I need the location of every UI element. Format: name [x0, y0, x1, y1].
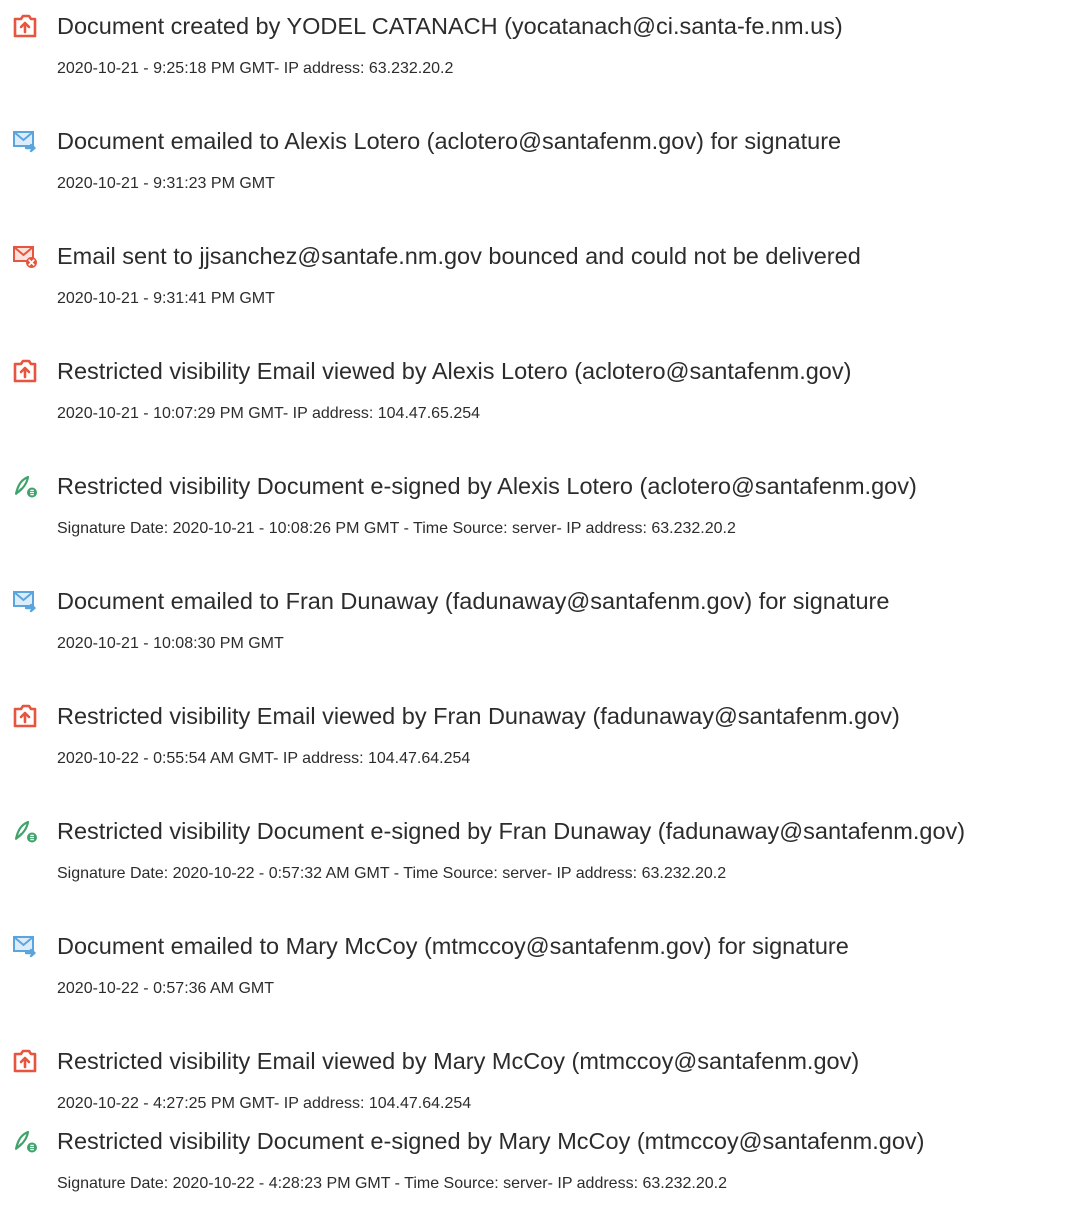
event-title: Restricted visibility Email viewed by Fr… [57, 703, 900, 729]
event-title: Restricted visibility Document e-signed … [57, 1128, 925, 1154]
email-sent-icon [12, 128, 38, 154]
audit-event: Restricted visibility Email viewed by Al… [0, 357, 1086, 447]
event-title: Document emailed to Mary McCoy (mtmccoy@… [57, 933, 849, 959]
email-bounced-icon [12, 243, 38, 269]
document-created-icon [12, 13, 38, 39]
event-title: Document emailed to Fran Dunaway (faduna… [57, 588, 890, 614]
event-detail: 2020-10-22 - 0:57:36 AM GMT [57, 980, 274, 997]
email-viewed-icon [12, 358, 38, 384]
email-viewed-icon [12, 1048, 38, 1074]
event-detail: 2020-10-22 - 4:27:25 PM GMT- IP address:… [57, 1095, 472, 1112]
audit-event: Document emailed to Mary McCoy (mtmccoy@… [0, 932, 1086, 1022]
audit-event: Restricted visibility Document e-signed … [0, 1127, 1086, 1217]
audit-event: Document emailed to Fran Dunaway (faduna… [0, 587, 1086, 677]
event-detail: 2020-10-21 - 9:31:23 PM GMT [57, 175, 275, 192]
event-title: Restricted visibility Email viewed by Ma… [57, 1048, 860, 1074]
audit-event: Document created by YODEL CATANACH (yoca… [0, 12, 1086, 102]
event-detail: 2020-10-21 - 9:25:18 PM GMT- IP address:… [57, 60, 454, 77]
event-title: Restricted visibility Document e-signed … [57, 818, 966, 844]
event-title: Restricted visibility Document e-signed … [57, 473, 917, 499]
e-signed-icon [12, 818, 38, 844]
email-viewed-icon [12, 703, 38, 729]
event-title: Email sent to jjsanchez@santafe.nm.gov b… [57, 243, 861, 269]
audit-event: Restricted visibility Email viewed by Fr… [0, 702, 1086, 792]
event-detail: 2020-10-21 - 10:08:30 PM GMT [57, 635, 284, 652]
event-title: Restricted visibility Email viewed by Al… [57, 358, 852, 384]
event-detail: 2020-10-21 - 9:31:41 PM GMT [57, 290, 275, 307]
e-signed-icon [12, 1128, 38, 1154]
event-detail: Signature Date: 2020-10-22 - 4:28:23 PM … [57, 1175, 727, 1192]
audit-event: Restricted visibility Document e-signed … [0, 817, 1086, 907]
audit-event: Restricted visibility Email viewed by Ma… [0, 1047, 1086, 1137]
event-title: Document created by YODEL CATANACH (yoca… [57, 13, 843, 39]
email-sent-icon [12, 588, 38, 614]
audit-event: Email sent to jjsanchez@santafe.nm.gov b… [0, 242, 1086, 332]
event-detail: Signature Date: 2020-10-22 - 0:57:32 AM … [57, 865, 727, 882]
audit-event: Document emailed to Alexis Lotero (aclot… [0, 127, 1086, 217]
event-detail: 2020-10-21 - 10:07:29 PM GMT- IP address… [57, 405, 481, 422]
e-signed-icon [12, 473, 38, 499]
event-detail: Signature Date: 2020-10-21 - 10:08:26 PM… [57, 520, 736, 537]
audit-event: Restricted visibility Document e-signed … [0, 472, 1086, 562]
event-title: Document emailed to Alexis Lotero (aclot… [57, 128, 842, 154]
email-sent-icon [12, 933, 38, 959]
event-detail: 2020-10-22 - 0:55:54 AM GMT- IP address:… [57, 750, 471, 767]
